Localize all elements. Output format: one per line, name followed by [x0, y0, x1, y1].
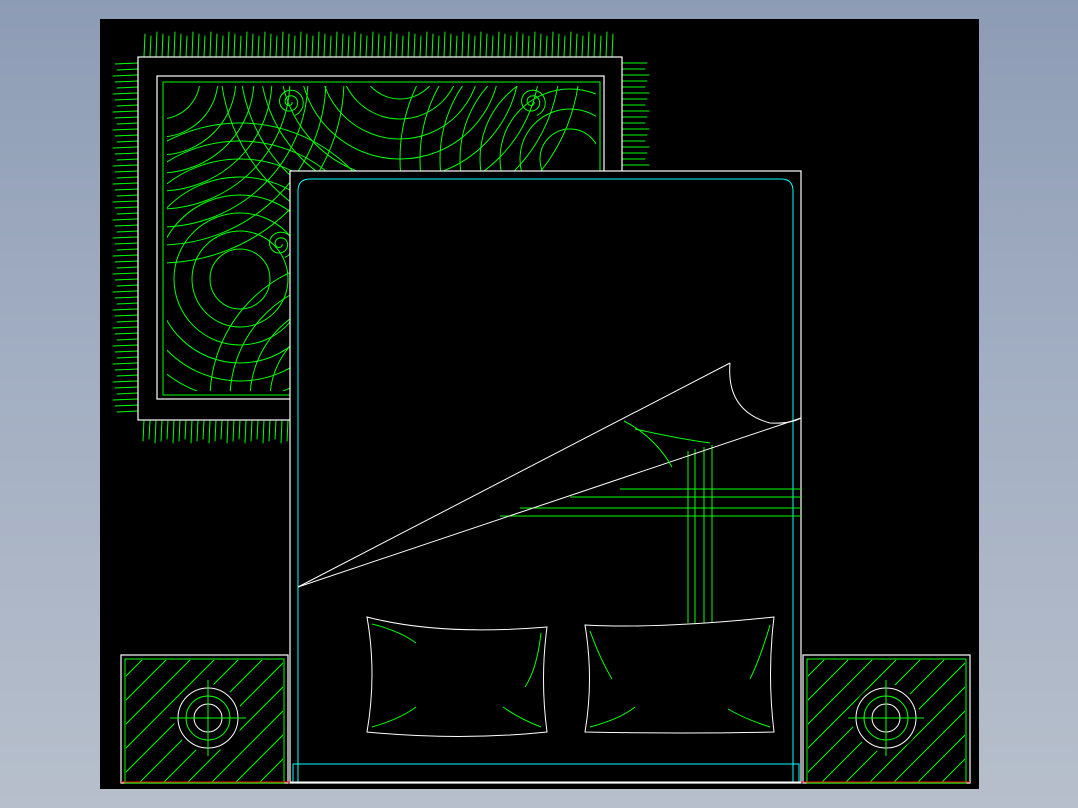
- pillow-left: [366, 616, 548, 737]
- pillow-right: [584, 616, 775, 734]
- cad-application-window: [0, 0, 1078, 808]
- lamp-icon: [170, 680, 246, 756]
- drawing-viewport[interactable]: [100, 19, 979, 789]
- bed: [289, 170, 802, 784]
- floor-plan-drawing: [112, 31, 971, 784]
